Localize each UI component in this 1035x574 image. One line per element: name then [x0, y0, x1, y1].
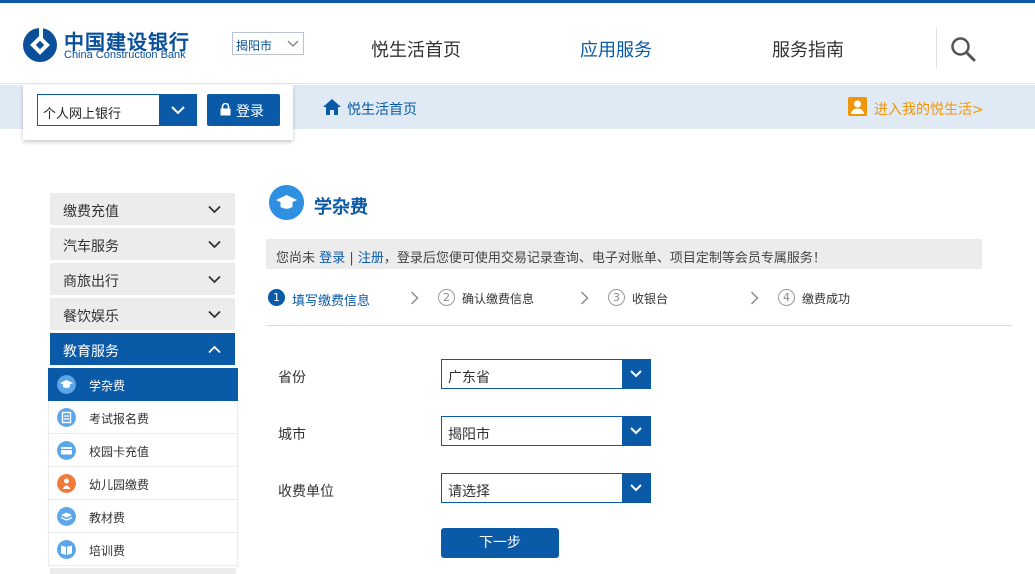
- book-stack-icon: [57, 507, 76, 526]
- page-title: 学杂费: [314, 197, 368, 218]
- sidebar-category-payment[interactable]: 缴费充值: [50, 193, 235, 225]
- chevron-down-icon: [630, 484, 642, 492]
- step-label-confirm-info: 确认缴费信息: [462, 292, 535, 306]
- lock-icon: [220, 103, 231, 116]
- step-label-payment-success: 缴费成功: [802, 292, 851, 306]
- province-select-value: 广东省: [448, 370, 490, 386]
- step-label-fill-info: 填写缴费信息: [292, 294, 371, 309]
- sidebar-next-category-edge: [50, 568, 236, 574]
- notice-suffix: ，登录后您便可使用交易记录查询、电子对账单、项目定制等会员专属服务！: [383, 251, 826, 266]
- sidebar-item-label: 幼儿园缴费: [89, 478, 150, 492]
- steps-divider: [266, 325, 1012, 326]
- nav-yuelife-home[interactable]: 悦生活首页: [371, 36, 461, 62]
- sidebar-category-car[interactable]: 汽车服务: [50, 228, 235, 260]
- bank-type-select[interactable]: 个人网上银行: [37, 94, 197, 126]
- home-icon: [323, 99, 341, 115]
- sidebar-category-label: 汽车服务: [63, 239, 119, 255]
- chevron-down-icon: [208, 275, 221, 284]
- login-panel: 个人网上银行 登录: [23, 85, 293, 140]
- chevron-down-icon: [287, 40, 299, 48]
- sidebar-item-label: 考试报名费: [89, 412, 150, 426]
- chevron-down-icon: [171, 106, 185, 115]
- sidebar-category-label: 缴费充值: [63, 204, 119, 220]
- payee-unit-select-value: 请选择: [448, 484, 490, 500]
- logo-text-en: China Construction Bank: [64, 49, 186, 61]
- search-icon[interactable]: [950, 36, 976, 62]
- city-label: 城市: [278, 427, 306, 443]
- sidebar-category-label: 餐饮娱乐: [63, 309, 119, 325]
- chevron-down-icon: [630, 427, 642, 435]
- header: 中国建设银行 China Construction Bank 揭阳市 悦生活首页…: [0, 3, 1035, 84]
- sidebar-item-textbook[interactable]: 教材费: [48, 500, 238, 533]
- notice-register-link[interactable]: 注册: [358, 251, 384, 266]
- sidebar-item-training[interactable]: 培训费: [48, 533, 238, 566]
- sidebar-item-tuition[interactable]: 学杂费: [48, 368, 238, 401]
- payee-unit-dropdown-button[interactable]: [622, 474, 650, 502]
- step-label-cashier: 收银台: [632, 292, 669, 306]
- login-notice: 您尚未 登录 | 注册，登录后您便可使用交易记录查询、电子对账单、项目定制等会员…: [266, 239, 982, 269]
- sidebar-category-label: 教育服务: [63, 344, 119, 360]
- sidebar-item-campus-card[interactable]: 校园卡充值: [48, 434, 238, 467]
- step-number: 4: [778, 289, 795, 306]
- kindergarten-icon: [57, 474, 76, 493]
- chevron-right-icon: [581, 291, 589, 305]
- sidebar-item-exam-fee[interactable]: 考试报名费: [48, 401, 238, 434]
- sidebar-category-dining[interactable]: 餐饮娱乐: [50, 298, 235, 330]
- chevron-up-icon: [208, 345, 221, 354]
- chevron-right-icon: [751, 291, 759, 305]
- exam-icon: [57, 408, 76, 427]
- city-select-value: 揭阳市: [236, 39, 273, 53]
- sidebar-category-label: 商旅出行: [63, 274, 119, 290]
- chevron-down-icon: [208, 205, 221, 214]
- province-select[interactable]: 广东省: [441, 359, 651, 389]
- card-icon: [57, 441, 76, 460]
- province-dropdown-button[interactable]: [622, 360, 650, 388]
- nav-service-guide[interactable]: 服务指南: [772, 36, 844, 62]
- chevron-down-icon: [630, 370, 642, 378]
- login-button[interactable]: 登录: [207, 94, 280, 126]
- notice-login-link[interactable]: 登录: [319, 251, 345, 266]
- sidebar-item-label: 校园卡充值: [89, 445, 150, 459]
- step-number: 1: [268, 289, 285, 306]
- sidebar-item-label: 学杂费: [89, 379, 126, 393]
- enter-link-label: 进入我的悦生活>: [874, 102, 984, 118]
- chevron-down-icon: [208, 240, 221, 249]
- sidebar-category-travel[interactable]: 商旅出行: [50, 263, 235, 295]
- payee-unit-label: 收费单位: [278, 484, 334, 500]
- city-form-select-value: 揭阳市: [448, 427, 490, 443]
- sidebar-item-kindergarten[interactable]: 幼儿园缴费: [48, 467, 238, 500]
- notice-separator: |: [349, 251, 354, 266]
- notice-prefix: 您尚未: [276, 251, 316, 266]
- bank-type-value: 个人网上银行: [43, 107, 122, 122]
- nav-app-services[interactable]: 应用服务: [580, 36, 652, 62]
- next-step-button[interactable]: 下一步: [441, 528, 559, 558]
- payee-unit-select[interactable]: 请选择: [441, 473, 651, 503]
- city-select[interactable]: 揭阳市: [232, 32, 304, 55]
- step-number: 2: [438, 289, 455, 306]
- chevron-down-icon: [208, 310, 221, 319]
- home-link-label: 悦生活首页: [347, 102, 417, 118]
- bank-type-dropdown-button[interactable]: [159, 95, 196, 125]
- ccb-logo-icon: [23, 27, 57, 62]
- city-form-select[interactable]: 揭阳市: [441, 416, 651, 446]
- login-button-label: 登录: [236, 104, 264, 120]
- sidebar-category-education[interactable]: 教育服务: [50, 333, 235, 365]
- user-icon: [848, 97, 867, 116]
- ccb-logo[interactable]: 中国建设银行 China Construction Bank: [22, 25, 227, 65]
- step-number: 3: [608, 289, 625, 306]
- graduation-cap-icon: [269, 185, 304, 220]
- enter-my-yuelife-link[interactable]: 进入我的悦生活>: [848, 97, 988, 118]
- chevron-right-icon: [411, 291, 419, 305]
- sidebar-item-label: 培训费: [89, 544, 126, 558]
- city-dropdown-button[interactable]: [622, 417, 650, 445]
- nav-divider: [936, 27, 937, 69]
- graduation-cap-icon: [57, 375, 76, 394]
- open-book-icon: [57, 540, 76, 559]
- sidebar-item-label: 教材费: [89, 511, 126, 525]
- province-label: 省份: [278, 370, 306, 386]
